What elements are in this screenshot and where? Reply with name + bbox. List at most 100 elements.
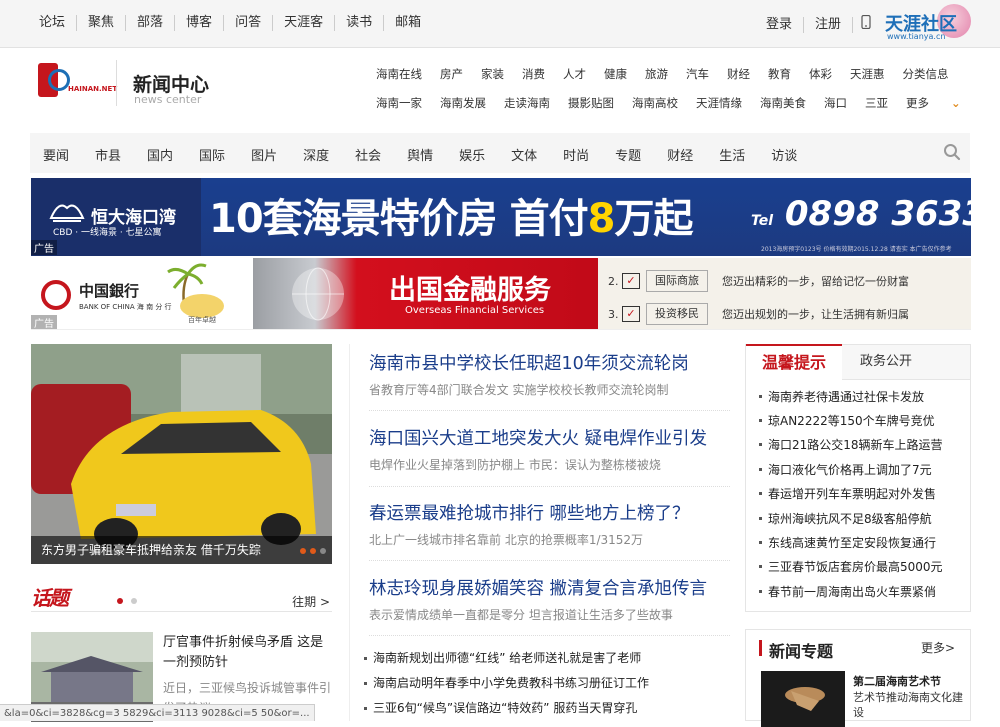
header-link[interactable]: 海口	[824, 95, 847, 111]
headline-sub[interactable]: 电焊作业火星掉落到防护棚上 市民：误认为整栋楼被烧	[350, 456, 730, 473]
list-item[interactable]: 春节前一周海南出岛火车票紧俏	[758, 583, 936, 600]
list-item[interactable]: 海南养老待遇通过社保卡发放	[758, 388, 924, 405]
nav-item[interactable]: 深度	[303, 145, 329, 164]
top-nav-tribe[interactable]: 部落	[126, 15, 176, 31]
more-links-button[interactable]: 更多 ⌄	[906, 95, 979, 111]
nav-item[interactable]: 时尚	[563, 145, 589, 164]
checkmark-icon: ✓	[622, 306, 640, 322]
header-link[interactable]: 财经	[727, 66, 750, 82]
search-icon[interactable]	[943, 143, 961, 161]
header-link[interactable]: 体彩	[809, 66, 832, 82]
nav-item[interactable]: 国际	[199, 145, 225, 164]
ad-banner-evergrande[interactable]: 恒大海口湾 CBD · 一线海景 · 七星公寓 10套海景特价房 首付8万起 T…	[31, 178, 971, 256]
headline-title[interactable]: 海口国兴大道工地突发大火 疑电焊作业引发	[350, 425, 730, 450]
news-list-item[interactable]: 海南新规划出师德“红线” 给老师送礼就是害了老师	[364, 649, 641, 666]
header-link[interactable]: 摄影贴图	[568, 95, 614, 111]
news-list-item[interactable]: 海南启动明年春季中小学免费教科书练习册征订工作	[364, 674, 649, 691]
news-topics-more[interactable]: 更多>	[921, 639, 955, 656]
topic-thumbnail[interactable]	[761, 671, 845, 727]
sports-car-image	[31, 344, 332, 564]
nav-item[interactable]: 市县	[95, 145, 121, 164]
tab-tips[interactable]: 温馨提示	[746, 344, 842, 381]
list-item[interactable]: 琼州海峡抗风不足8级客船停航	[759, 510, 932, 527]
nav-item[interactable]: 专题	[615, 145, 641, 164]
topic-dot[interactable]	[117, 598, 123, 604]
header-link[interactable]: 教育	[768, 66, 791, 82]
header-link[interactable]: 天涯惠	[850, 66, 885, 82]
ad-headline-b: 8	[587, 196, 616, 242]
ad-banner-boc[interactable]: 中国銀行 BANK OF CHINA 海 南 分 行 百年卓越 出国金融服务 O…	[31, 258, 971, 330]
list-item[interactable]: 海口液化气价格再上调加了7元	[759, 461, 932, 478]
register-link[interactable]: 注册	[804, 16, 854, 33]
nav-item[interactable]: 生活	[719, 145, 745, 164]
header-link[interactable]: 海南发展	[440, 95, 486, 111]
carousel-dot[interactable]	[300, 548, 306, 554]
header-link[interactable]: 海南美食	[760, 95, 806, 111]
header-link[interactable]: 人才	[563, 66, 586, 82]
header-link[interactable]: 海南高校	[632, 95, 678, 111]
list-item[interactable]: 东线高速黄竹至定安段恢复通行	[758, 534, 936, 551]
header-link[interactable]: 天涯情缘	[696, 95, 742, 111]
headline-title[interactable]: 林志玲现身展娇媚笑容 撇清复合言承旭传言	[350, 575, 730, 600]
top-nav-mail[interactable]: 邮箱	[384, 15, 432, 31]
topic-dot[interactable]	[131, 598, 137, 604]
nav-item[interactable]: 访谈	[771, 145, 797, 164]
topic-logo: 话题	[31, 586, 69, 610]
carousel-dot[interactable]	[320, 548, 326, 554]
tab-government[interactable]: 政务公开	[842, 345, 930, 381]
nav-item[interactable]: 图片	[251, 145, 277, 164]
list-item[interactable]: 三亚春节饭店套房价最高5000元	[759, 558, 943, 575]
news-topic-item[interactable]: 第二届海南艺术节 艺术节推动海南文化建设	[745, 665, 971, 727]
news-list-item[interactable]: 三亚6旬“候鸟”误信路边“特效药” 服药当天胃穿孔	[364, 699, 637, 716]
featured-photo[interactable]: 东方男子骗租豪车抵押给亲友 借千万失踪	[31, 344, 332, 564]
top-nav-focus[interactable]: 聚焦	[77, 15, 127, 31]
nav-item[interactable]: 文体	[511, 145, 537, 164]
hainan-net-logo[interactable]: HAINAN.NET	[38, 63, 117, 101]
headline-block: 海口国兴大道工地突发大火 疑电焊作业引发 电焊作业火星掉落到防护棚上 市民：误认…	[350, 425, 730, 487]
carousel-dot[interactable]	[310, 548, 316, 554]
tianya-logo[interactable]: 天涯社区 www.tianya.cn	[885, 4, 975, 44]
top-nav-reading[interactable]: 读书	[335, 15, 385, 31]
nav-item[interactable]: 舆情	[407, 145, 433, 164]
header-link[interactable]: 海南一家	[376, 95, 422, 111]
header-link[interactable]: 汽车	[686, 66, 709, 82]
headline-sub[interactable]: 北上广一线城市排名靠前 北京的抢票概率1/3152万	[350, 531, 730, 548]
list-item[interactable]: 海口21路公交18辆新车上路运营	[759, 436, 943, 453]
list-item[interactable]: 琼AN2222等150个车牌号竞优	[759, 412, 935, 429]
list-item[interactable]: 春运增开列车车票明起对外发售	[758, 485, 936, 502]
top-nav-blog[interactable]: 博客	[175, 15, 225, 31]
headline-sub[interactable]: 省教育厅等4部门联合发文 实施学校校长教师交流轮岗制	[350, 381, 730, 398]
nav-item[interactable]: 国内	[147, 145, 173, 164]
header-link[interactable]: 走读海南	[504, 95, 550, 111]
tips-list: 海南养老待遇通过社保卡发放 琼AN2222等150个车牌号竞优 海口21路公交1…	[745, 380, 971, 612]
header-link[interactable]: 健康	[604, 66, 627, 82]
carousel-dots[interactable]	[300, 548, 326, 554]
headline-sub[interactable]: 表示爱情成绩单一直都是零分 坦言报道让生活多了些故事	[350, 606, 730, 623]
nav-item[interactable]: 财经	[667, 145, 693, 164]
ad-fine-print: 2013海房预字0123号 价格有效期2015.12.28 请查实 本广告仅作参…	[761, 246, 952, 253]
headline-title[interactable]: 海南市县中学校长任职超10年须交流轮岗	[350, 350, 730, 375]
header-link[interactable]: 消费	[522, 66, 545, 82]
nav-item[interactable]: 娱乐	[459, 145, 485, 164]
row-desc: 您迈出规划的一步，让生活拥有新归属	[722, 308, 909, 321]
header-link[interactable]: 三亚	[865, 95, 888, 111]
header-link[interactable]: 家装	[481, 66, 504, 82]
topic-item-title[interactable]: 第二届海南艺术节	[853, 673, 941, 689]
headline-title[interactable]: 春运票最难抢城市排行 哪些地方上榜了？	[350, 500, 730, 525]
header-link[interactable]: 房产	[440, 66, 463, 82]
ad-banner-cn: 出国金融服务	[389, 275, 551, 306]
past-topics-link[interactable]: 往期 >	[292, 593, 330, 610]
mobile-phone-icon[interactable]	[853, 14, 879, 34]
nav-item[interactable]: 社会	[355, 145, 381, 164]
top-nav-tianyake[interactable]: 天涯客	[273, 15, 336, 31]
header-link[interactable]: 海南在线	[376, 66, 422, 82]
login-link[interactable]: 登录	[755, 16, 805, 33]
topic-title[interactable]: 厅官事件折射候鸟矛盾 这是一剂预防针	[163, 633, 331, 673]
nav-item[interactable]: 要闻	[43, 145, 69, 164]
main-nav: 要闻 市县 国内 国际 图片 深度 社会 舆情 娱乐 文体 时尚 专题 财经 生…	[30, 133, 970, 173]
header-link[interactable]: 分类信息	[903, 66, 949, 82]
account-links: 登录 注册	[755, 14, 879, 34]
header-link[interactable]: 旅游	[645, 66, 668, 82]
top-nav-forum[interactable]: 论坛	[28, 15, 78, 31]
top-nav-qa[interactable]: 问答	[224, 15, 274, 31]
